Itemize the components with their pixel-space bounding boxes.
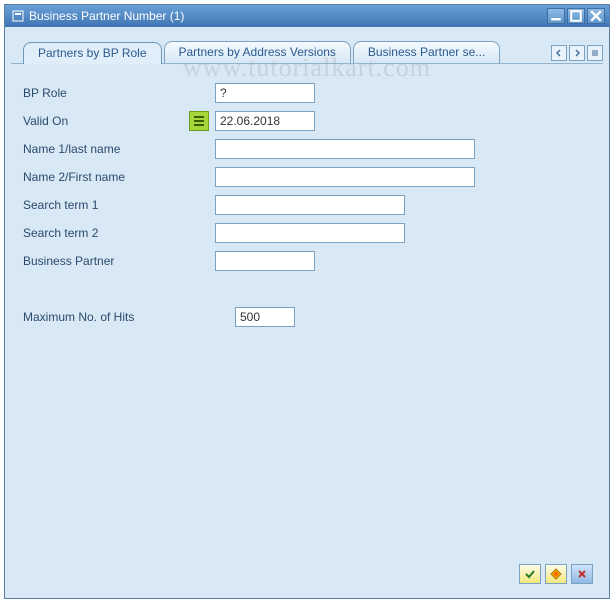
- tab-label: Business Partner se...: [368, 45, 485, 59]
- row-search2: Search term 2: [19, 220, 595, 246]
- label-valid-on: Valid On: [19, 114, 189, 128]
- tab-partners-by-address[interactable]: Partners by Address Versions: [164, 41, 351, 63]
- search-help-icon: [11, 9, 25, 23]
- valid-on-input[interactable]: [215, 111, 315, 131]
- label-max-hits: Maximum No. of Hits: [19, 310, 189, 324]
- tab-partners-by-role[interactable]: Partners by BP Role: [23, 42, 162, 64]
- label-name1: Name 1/last name: [19, 142, 189, 156]
- close-button[interactable]: [587, 8, 605, 24]
- tab-scroll-right[interactable]: [569, 45, 585, 61]
- name2-input[interactable]: [215, 167, 475, 187]
- titlebar: Business Partner Number (1): [5, 5, 609, 27]
- label-search2: Search term 2: [19, 226, 189, 240]
- new-search-button[interactable]: [545, 564, 567, 584]
- row-search1: Search term 1: [19, 192, 595, 218]
- row-business-partner: Business Partner: [19, 248, 595, 274]
- label-business-partner: Business Partner: [19, 254, 189, 268]
- tab-label: Partners by Address Versions: [179, 45, 336, 59]
- row-bp-role: BP Role: [19, 80, 595, 106]
- label-bp-role: BP Role: [19, 86, 189, 100]
- max-hits-input[interactable]: [235, 307, 295, 327]
- dialog-window: Business Partner Number (1) www.tutorial…: [4, 4, 610, 599]
- minimize-button[interactable]: [547, 8, 565, 24]
- label-name2: Name 2/First name: [19, 170, 189, 184]
- window-title: Business Partner Number (1): [29, 9, 547, 23]
- tab-label: Partners by BP Role: [38, 46, 147, 60]
- confirm-button[interactable]: [519, 564, 541, 584]
- tab-content: BP Role Valid On Name 1/last name Name 2…: [11, 63, 603, 592]
- row-valid-on: Valid On: [19, 108, 595, 134]
- search1-input[interactable]: [215, 195, 405, 215]
- window-buttons: [547, 8, 605, 24]
- footer-buttons: [519, 564, 593, 584]
- tab-strip: Partners by BP Role Partners by Address …: [5, 27, 609, 63]
- date-picker-icon[interactable]: [189, 111, 209, 131]
- bp-role-input[interactable]: [215, 83, 315, 103]
- row-max-hits: Maximum No. of Hits: [19, 304, 595, 330]
- maximize-button[interactable]: [567, 8, 585, 24]
- tab-business-partner-search[interactable]: Business Partner se...: [353, 41, 500, 63]
- search2-input[interactable]: [215, 223, 405, 243]
- name1-input[interactable]: [215, 139, 475, 159]
- label-search1: Search term 1: [19, 198, 189, 212]
- row-name2: Name 2/First name: [19, 164, 595, 190]
- close-dialog-button[interactable]: [571, 564, 593, 584]
- row-name1: Name 1/last name: [19, 136, 595, 162]
- tab-list-button[interactable]: [587, 45, 603, 61]
- business-partner-input[interactable]: [215, 251, 315, 271]
- tab-nav: [551, 45, 603, 63]
- tab-scroll-left[interactable]: [551, 45, 567, 61]
